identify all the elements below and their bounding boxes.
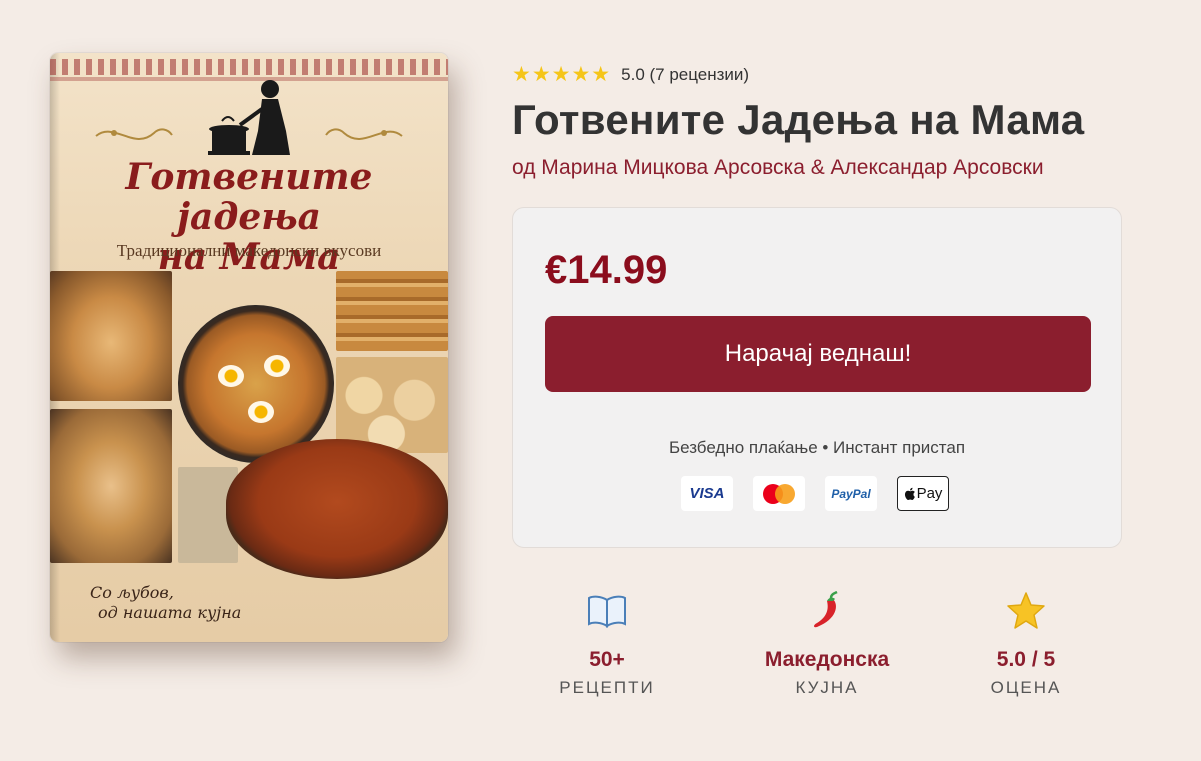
food-photo-burek (50, 409, 172, 563)
egg-shape (218, 365, 244, 387)
rating-summary: ★★★★★ 5.0 (7 рецензии) (512, 62, 749, 87)
price: €14.99 (545, 248, 668, 292)
book-icon (507, 588, 707, 634)
product-title: Готвените Јадења на Мама (512, 96, 1085, 143)
stat-rating: 5.0 / 5 ОЦЕНА (926, 588, 1126, 698)
food-photo-pie (50, 271, 172, 401)
order-now-button[interactable]: Нарачај веднаш! (545, 316, 1091, 392)
stat-cuisine-label: КУЈНА (795, 678, 859, 697)
food-photo-baklava (336, 271, 448, 351)
egg-shape (248, 401, 274, 423)
apple-pay-label: Pay (916, 485, 943, 502)
payment-methods: VISA PayPal Pay (681, 476, 949, 511)
chef-silhouette-icon (208, 80, 290, 155)
cover-swirl-left-ornament (95, 128, 173, 140)
cover-footer-text: Со љубов, од нашата кујна (90, 583, 241, 623)
purchase-card: €14.99 Нарачај веднаш! Безбедно плаќање … (512, 207, 1122, 548)
cover-swirl-right-ornament (325, 128, 403, 140)
cover-footer-line2: од нашата кујна (98, 603, 242, 622)
cover-food-photos (50, 271, 448, 579)
apple-pay-icon: Pay (897, 476, 949, 511)
cover-footer-line1: Со љубов, (90, 583, 174, 602)
cover-ornament-border (50, 59, 448, 75)
secure-payment-text: Безбедно плаќање • Инстант пристап (668, 438, 966, 457)
stat-recipes: 50+ РЕЦЕПТИ (507, 588, 707, 698)
rating-text: 5.0 (7 рецензии) (621, 64, 750, 84)
paypal-icon: PayPal (825, 476, 877, 511)
stat-rating-value: 5.0 / 5 (996, 648, 1056, 671)
mastercard-icon (753, 476, 805, 511)
chili-pepper-icon (727, 588, 927, 634)
product-author: од Марина Мицкова Арсовска & Александар … (512, 156, 1044, 179)
visa-icon: VISA (681, 476, 733, 511)
food-photo-beans (226, 439, 448, 579)
star-icon (926, 588, 1126, 634)
stat-recipes-label: РЕЦЕПТИ (559, 678, 655, 697)
cover-subtitle: Традиционални македонски вкусови (116, 241, 382, 260)
stat-cuisine-value: Македонска (764, 648, 890, 671)
stat-recipes-value: 50+ (589, 648, 625, 671)
book-cover-image: Готвените јадења на Мама Традиционални м… (50, 53, 448, 642)
cover-title-line1: Готвените јадења (125, 156, 373, 238)
food-photo-rolls (336, 357, 448, 453)
food-photo-pan (178, 305, 334, 463)
product-stats: 50+ РЕЦЕПТИ Македонска КУЈНА 5.0 / 5 ОЦЕ… (512, 588, 1122, 708)
stat-rating-label: ОЦЕНА (990, 678, 1062, 697)
rating-stars-icon: ★★★★★ (512, 63, 612, 86)
stat-cuisine: Македонска КУЈНА (727, 588, 927, 698)
apple-logo-icon (904, 487, 915, 500)
egg-shape (264, 355, 290, 377)
